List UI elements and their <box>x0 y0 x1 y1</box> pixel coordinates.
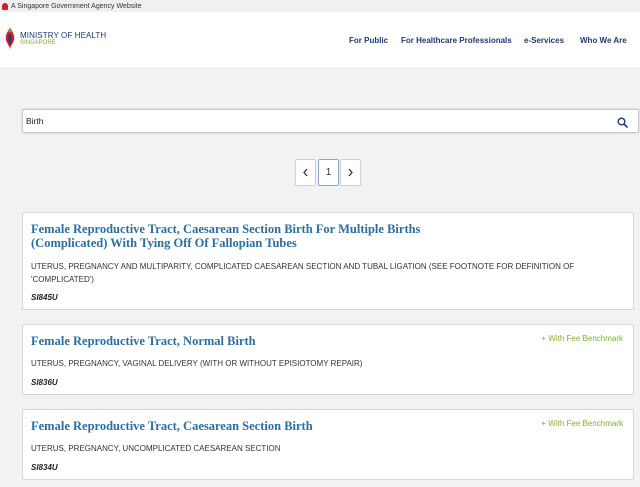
search-bar <box>22 109 639 133</box>
gov-banner: A Singapore Government Agency Website <box>0 0 640 12</box>
moh-logo[interactable]: MINISTRY OF HEALTH SINGAPORE <box>3 27 106 51</box>
result-code: SI834U <box>31 463 58 472</box>
pagination: 1 <box>0 159 640 186</box>
result-card[interactable]: Female Reproductive Tract, Normal Birth … <box>22 324 634 395</box>
moh-logo-icon <box>5 28 15 50</box>
result-title[interactable]: Female Reproductive Tract, Normal Birth <box>31 334 256 348</box>
result-title[interactable]: Female Reproductive Tract, Caesarean Sec… <box>31 419 313 433</box>
gov-banner-text: A Singapore Government Agency Website <box>11 2 142 10</box>
result-card[interactable]: Female Reproductive Tract, Caesarean Sec… <box>22 212 634 310</box>
result-title[interactable]: Female Reproductive Tract, Caesarean Sec… <box>31 222 420 250</box>
nav-for-healthcare-professionals[interactable]: For Healthcare Professionals <box>401 36 512 45</box>
fee-benchmark-badge[interactable]: + With Fee Benchmark <box>541 419 623 428</box>
chevron-right-icon <box>348 168 353 177</box>
result-description: UTERUS, PREGNANCY, VAGINAL DELIVERY (WIT… <box>31 359 363 368</box>
search-input[interactable] <box>26 113 606 129</box>
nav-who-we-are[interactable]: Who We Are <box>580 36 627 45</box>
logo-subtitle: SINGAPORE <box>20 40 56 46</box>
result-description: UTERUS, PREGNANCY, UNCOMPLICATED CAESARE… <box>31 444 281 453</box>
next-page-button[interactable] <box>340 159 361 186</box>
prev-page-button[interactable] <box>295 159 316 186</box>
search-icon[interactable] <box>617 115 628 133</box>
chevron-left-icon <box>303 168 308 177</box>
nav-for-public[interactable]: For Public <box>349 36 388 45</box>
result-description: UTERUS, PREGNANCY AND MULTIPARITY, COMPL… <box>31 262 575 284</box>
result-card[interactable]: Female Reproductive Tract, Caesarean Sec… <box>22 409 634 480</box>
fee-benchmark-badge[interactable]: + With Fee Benchmark <box>541 334 623 343</box>
result-code: SI836U <box>31 378 58 387</box>
page-1-button[interactable]: 1 <box>318 159 339 186</box>
logo-title: MINISTRY OF HEALTH <box>20 31 107 40</box>
site-header: MINISTRY OF HEALTH SINGAPORE For Public … <box>0 12 640 67</box>
nav-e-services[interactable]: e-Services <box>524 36 564 45</box>
result-code: SI845U <box>31 293 58 302</box>
lion-head-icon <box>2 2 8 10</box>
